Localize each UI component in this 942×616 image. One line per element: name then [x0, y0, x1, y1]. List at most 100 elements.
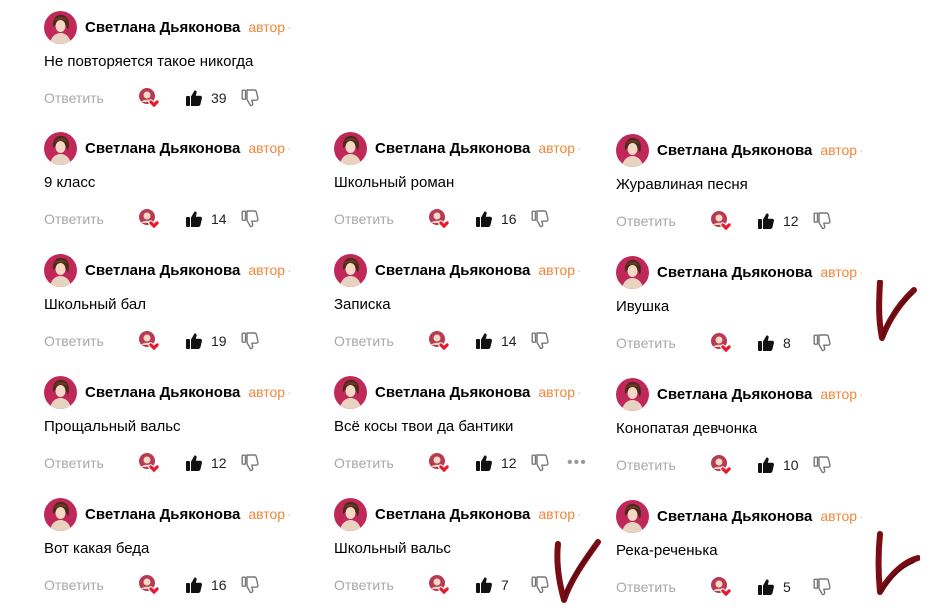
avatar[interactable] [616, 255, 649, 289]
author-heart-icon [138, 330, 160, 352]
thumbs-up-icon[interactable] [475, 332, 493, 350]
reply-button[interactable]: Ответить [44, 90, 138, 106]
thumbs-up-icon[interactable] [185, 454, 203, 472]
red-checkmark-3 [875, 531, 920, 595]
thumbs-down-icon[interactable] [531, 454, 549, 472]
comment: Светлана Дьяконова автор · Всё косы твои да… [334, 375, 604, 487]
user-name[interactable]: Светлана Дьяконова [657, 264, 812, 281]
avatar[interactable] [334, 375, 367, 409]
comment-text: Прощальный вальс [44, 418, 181, 435]
reply-button[interactable]: Ответить [616, 335, 710, 351]
comment-actions: Ответить 7 [334, 573, 549, 597]
user-name[interactable]: Светлана Дьяконова [85, 384, 240, 401]
thumbs-up-icon[interactable] [757, 212, 775, 230]
like-count: 8 [783, 335, 791, 351]
reply-button[interactable]: Ответить [44, 333, 138, 349]
thumbs-up-icon[interactable] [475, 454, 493, 472]
user-name[interactable]: Светлана Дьяконова [375, 384, 530, 401]
separator-dot: · [287, 384, 292, 400]
thumbs-down-icon[interactable] [531, 210, 549, 228]
reply-button[interactable]: Ответить [334, 577, 428, 593]
author-heart-icon [710, 454, 732, 476]
reply-button[interactable]: Ответить [616, 213, 710, 229]
avatar[interactable] [44, 375, 77, 409]
thumbs-down-icon[interactable] [531, 576, 549, 594]
more-dots-icon[interactable]: ••• [567, 454, 587, 472]
thumbs-up-icon[interactable] [185, 210, 203, 228]
like-count: 19 [211, 333, 227, 349]
avatar[interactable] [616, 377, 649, 411]
like-count: 12 [211, 455, 227, 471]
comment: Светлана Дьяконова автор · Ивушка Ответить 8 [616, 255, 886, 367]
user-name[interactable]: Светлана Дьяконова [657, 508, 812, 525]
thumbs-up-icon[interactable] [757, 334, 775, 352]
comment: Светлана Дьяконова автор · Школьный роман От… [334, 131, 604, 243]
user-name[interactable]: Светлана Дьяконова [85, 262, 240, 279]
user-name[interactable]: Светлана Дьяконова [85, 140, 240, 157]
comment-header: Светлана Дьяконова автор · [44, 131, 291, 165]
avatar[interactable] [44, 10, 77, 44]
avatar[interactable] [44, 131, 77, 165]
thumbs-down-icon[interactable] [241, 454, 259, 472]
thumbs-down-icon[interactable] [241, 332, 259, 350]
thumbs-down-icon[interactable] [813, 578, 831, 596]
avatar[interactable] [616, 499, 649, 533]
author-heart-icon [138, 574, 160, 596]
avatar[interactable] [44, 253, 77, 287]
thumbs-down-icon[interactable] [813, 212, 831, 230]
thumbs-up-icon[interactable] [757, 456, 775, 474]
user-name[interactable]: Светлана Дьяконова [85, 19, 240, 36]
comment-header: Светлана Дьяконова автор · [44, 253, 291, 287]
thumbs-up-icon[interactable] [475, 210, 493, 228]
user-name[interactable]: Светлана Дьяконова [657, 386, 812, 403]
user-name[interactable]: Светлана Дьяконова [375, 262, 530, 279]
comment: Светлана Дьяконова автор · Конопатая девчон… [616, 377, 886, 489]
author-badge: автор [820, 264, 858, 280]
thumbs-down-icon[interactable] [241, 576, 259, 594]
author-heart-icon [710, 210, 732, 232]
thumbs-down-icon[interactable] [813, 334, 831, 352]
author-badge: автор [820, 142, 858, 158]
author-badge: автор [248, 19, 286, 35]
avatar[interactable] [44, 497, 77, 531]
thumbs-down-icon[interactable] [531, 332, 549, 350]
user-name[interactable]: Светлана Дьяконова [375, 506, 530, 523]
user-name[interactable]: Светлана Дьяконова [375, 140, 530, 157]
user-name[interactable]: Светлана Дьяконова [657, 142, 812, 159]
reply-button[interactable]: Ответить [334, 211, 428, 227]
avatar[interactable] [334, 497, 367, 531]
author-heart-icon [138, 87, 160, 109]
thumbs-up-icon[interactable] [185, 576, 203, 594]
avatar[interactable] [334, 253, 367, 287]
thumbs-down-icon[interactable] [241, 89, 259, 107]
comment-text: Школьный бал [44, 296, 147, 313]
author-heart-icon [428, 208, 450, 230]
author-heart-icon [428, 574, 450, 596]
user-name[interactable]: Светлана Дьяконова [85, 506, 240, 523]
reply-button[interactable]: Ответить [334, 333, 428, 349]
comment-actions: Ответить 12 [616, 209, 831, 233]
thumbs-up-icon[interactable] [475, 576, 493, 594]
separator-dot: · [287, 506, 292, 522]
thumbs-up-icon[interactable] [185, 89, 203, 107]
like-count: 5 [783, 579, 791, 595]
like-count: 14 [501, 333, 517, 349]
reply-button[interactable]: Ответить [616, 579, 710, 595]
author-heart-icon [138, 208, 160, 230]
reply-button[interactable]: Ответить [334, 455, 428, 471]
comment-actions: Ответить 14 [334, 329, 549, 353]
reply-button[interactable]: Ответить [44, 211, 138, 227]
avatar[interactable] [616, 133, 649, 167]
thumbs-down-icon[interactable] [813, 456, 831, 474]
avatar[interactable] [334, 131, 367, 165]
thumbs-up-icon[interactable] [757, 578, 775, 596]
reply-button[interactable]: Ответить [44, 455, 138, 471]
comment: Светлана Дьяконова автор · Школьный бал Отве… [44, 253, 314, 365]
comment-header: Светлана Дьяконова автор · [616, 377, 863, 411]
comment-actions: Ответить 12 [44, 451, 259, 475]
comment-header: Светлана Дьяконова автор · [616, 255, 863, 289]
reply-button[interactable]: Ответить [616, 457, 710, 473]
thumbs-down-icon[interactable] [241, 210, 259, 228]
reply-button[interactable]: Ответить [44, 577, 138, 593]
thumbs-up-icon[interactable] [185, 332, 203, 350]
